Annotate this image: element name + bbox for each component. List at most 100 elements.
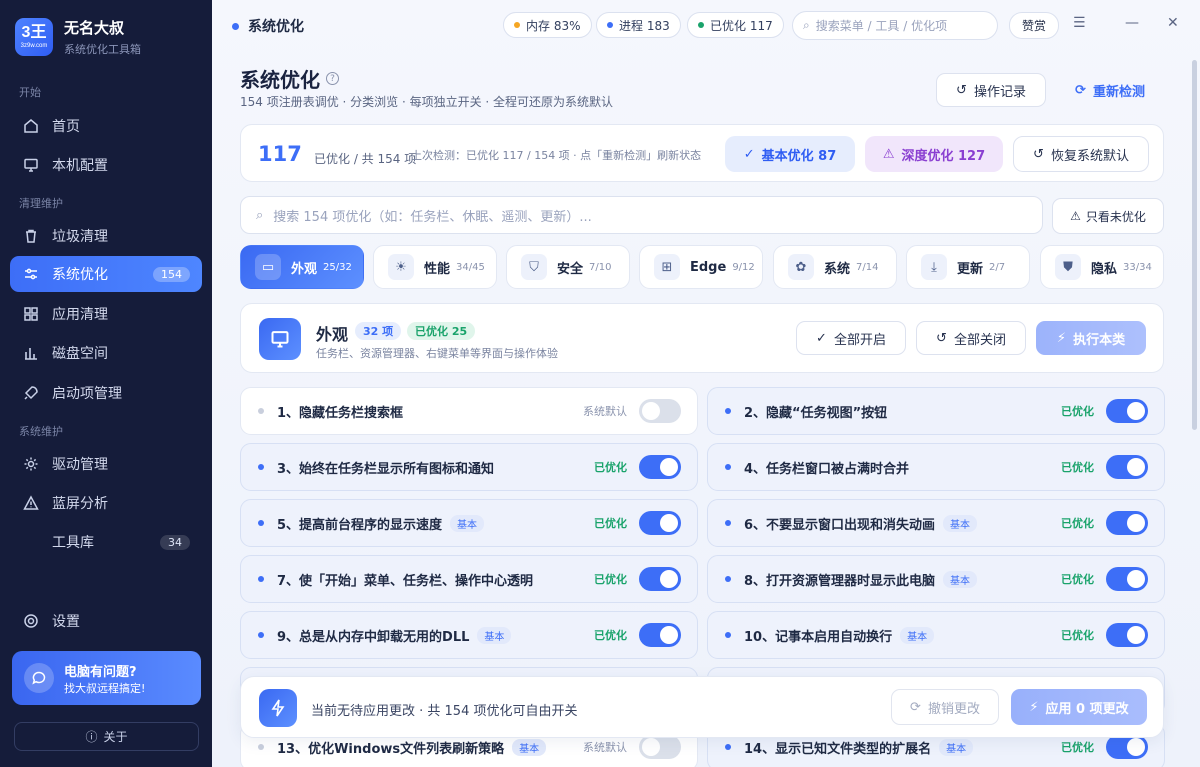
search-icon: ⌕ — [803, 18, 810, 32]
optimize-search-input[interactable]: ⌕ 搜索 154 项优化（如：任务栏、休眠、遥测、更新）... — [240, 196, 1043, 234]
only-unoptimized-button[interactable]: ⚠ 只看未优化 — [1052, 198, 1164, 234]
enable-all-label: 全部开启 — [833, 332, 886, 348]
recheck-button[interactable]: ⟳ 重新检测 — [1062, 73, 1158, 107]
apply-label: 应用 0 项更改 — [1045, 701, 1129, 717]
history-icon: ↺ — [1033, 146, 1044, 162]
tab-count: 25/32 — [323, 261, 352, 273]
option-toggle[interactable] — [1106, 511, 1148, 535]
sidebar-item-label: 应用清理 — [52, 307, 108, 323]
sidebar-item-label: 启动项管理 — [52, 386, 122, 402]
tab-performance[interactable]: ☀ 性能 34/45 — [373, 245, 497, 289]
apply-button[interactable]: ⚡ 应用 0 项更改 — [1011, 689, 1147, 725]
disable-all-button[interactable]: ↺ 全部关闭 — [916, 321, 1026, 355]
sidebar-item-settings[interactable]: 设置 — [10, 603, 202, 639]
option-title: 13、优化Windows文件列表刷新策略 基本 — [277, 738, 547, 757]
sidebar-item-startup[interactable]: 启动项管理 — [10, 375, 202, 411]
option-toggle[interactable] — [639, 399, 681, 423]
sidebar-item-config[interactable]: 本机配置 — [10, 147, 202, 183]
option-row: 3、始终在任务栏显示所有图标和通知 已优化 — [240, 443, 698, 491]
tab-count: 7/14 — [856, 261, 879, 273]
undo-label: 撤销更改 — [927, 701, 980, 717]
check-icon: ✓ — [816, 330, 827, 346]
memory-pill: 内存 83% — [503, 12, 592, 38]
option-status: 已优化 — [1061, 461, 1094, 474]
donate-button[interactable]: 赞赏 — [1009, 12, 1059, 39]
option-toggle[interactable] — [1106, 567, 1148, 591]
count-badge: 154 — [153, 266, 190, 282]
help-icon[interactable]: ? — [326, 72, 339, 85]
option-toggle[interactable] — [1106, 735, 1148, 759]
option-status: 已优化 — [594, 517, 627, 530]
about-button[interactable]: ⓘ 关于 — [14, 722, 199, 751]
apply-footer: 当前无待应用更改 · 共 154 项优化可自由开关 ⟳ 撤销更改 ⚡ 应用 0 项更… — [240, 676, 1164, 738]
status-dot — [258, 632, 264, 638]
tab-system[interactable]: ✿ 系统 7/14 — [773, 245, 897, 289]
option-title-text: 1、隐藏任务栏搜索框 — [277, 405, 404, 421]
tab-appearance[interactable]: ▭ 外观 25/32 — [240, 245, 364, 289]
restore-default-button[interactable]: ↺ 恢复系统默认 — [1013, 136, 1149, 172]
total-badge: 32 项 — [355, 322, 402, 340]
execute-category-button[interactable]: ⚡ 执行本类 — [1036, 321, 1146, 355]
history-button[interactable]: ↺ 操作记录 — [936, 73, 1046, 107]
option-title: 14、显示已知文件类型的扩展名 基本 — [744, 738, 974, 757]
scrollbar[interactable] — [1192, 60, 1197, 430]
option-toggle[interactable] — [639, 567, 681, 591]
process-text: 进程 183 — [619, 18, 670, 33]
tab-name: Edge — [690, 259, 727, 275]
status-dot — [725, 408, 731, 414]
sidebar-item-junk[interactable]: 垃圾清理 — [10, 218, 202, 254]
tab-privacy[interactable]: ⛊ 隐私 33/34 — [1040, 245, 1164, 289]
about-label: 关于 — [103, 730, 128, 744]
sidebar-item-optimize[interactable]: 系统优化 154 — [10, 256, 202, 292]
help-card[interactable]: 电脑有问题? 找大叔远程搞定! — [12, 651, 201, 705]
option-status: 系统默认 — [583, 405, 627, 418]
optimized-dot — [698, 22, 704, 28]
tab-name: 更新 — [957, 261, 984, 277]
tab-name: 性能 — [424, 261, 451, 277]
bolt-icon: ⚡ — [1056, 330, 1067, 346]
page-title-text: 系统优化 — [240, 68, 320, 92]
option-status: 已优化 — [594, 461, 627, 474]
optimized-unit: 已优化 / 共 154 项 — [314, 152, 417, 166]
sidebar-item-home[interactable]: 首页 — [10, 108, 202, 144]
sidebar-item-apps[interactable]: 应用清理 — [10, 296, 202, 332]
option-title-text: 3、始终在任务栏显示所有图标和通知 — [277, 461, 495, 477]
undo-button[interactable]: ⟳ 撤销更改 — [891, 689, 999, 725]
option-toggle[interactable] — [639, 735, 681, 759]
sidebar-item-bsod[interactable]: 蓝屏分析 — [10, 485, 202, 521]
global-search-input[interactable]: ⌕ 搜索菜单 / 工具 / 优化项 — [792, 11, 998, 40]
basic-optimize-button[interactable]: ✓ 基本优化 87 — [725, 136, 855, 172]
option-title: 10、记事本启用自动换行 基本 — [744, 626, 935, 645]
optimized-count: 117 — [258, 142, 302, 166]
monitor-icon — [23, 157, 39, 173]
sidebar-item-toolbox[interactable]: 工具库 34 — [10, 524, 202, 560]
option-row: 1、隐藏任务栏搜索框 系统默认 — [240, 387, 698, 435]
minimize-icon[interactable]: — — [1125, 15, 1139, 31]
summary-card: 117 已优化 / 共 154 项 上次检测：已优化 117 / 154 项 ·… — [240, 124, 1164, 182]
menu-icon[interactable]: ☰ — [1073, 15, 1086, 31]
category-description: 任务栏、资源管理器、右键菜单等界面与操作体验 — [316, 347, 558, 360]
status-dot — [725, 744, 731, 750]
enable-all-button[interactable]: ✓ 全部开启 — [796, 321, 906, 355]
option-title-text: 5、提高前台程序的显示速度 — [277, 517, 443, 533]
logo-sub: 3z9w.com — [20, 43, 48, 49]
sidebar-item-driver[interactable]: 驱动管理 — [10, 446, 202, 482]
sidebar-item-disk[interactable]: 磁盘空间 — [10, 335, 202, 371]
option-toggle[interactable] — [1106, 623, 1148, 647]
option-toggle[interactable] — [639, 511, 681, 535]
tab-security[interactable]: ⛉ 安全 7/10 — [506, 245, 630, 289]
close-icon[interactable]: ✕ — [1167, 15, 1179, 31]
tab-update[interactable]: ⤓ 更新 2/7 — [906, 245, 1030, 289]
option-toggle[interactable] — [639, 455, 681, 479]
option-toggle[interactable] — [1106, 455, 1148, 479]
sidebar-item-label: 首页 — [52, 119, 80, 135]
option-title-text: 9、总是从内存中卸载无用的DLL — [277, 629, 470, 645]
option-title: 1、隐藏任务栏搜索框 — [277, 402, 403, 421]
option-toggle[interactable] — [639, 623, 681, 647]
option-toggle[interactable] — [1106, 399, 1148, 423]
status-dot — [725, 632, 731, 638]
basic-badge: 基本 — [450, 514, 485, 532]
deep-optimize-button[interactable]: ⚠ 深度优化 127 — [865, 136, 1003, 172]
tab-edge[interactable]: ⊞ Edge 9/12 — [639, 245, 763, 289]
page-title: 系统优化? — [240, 64, 339, 93]
